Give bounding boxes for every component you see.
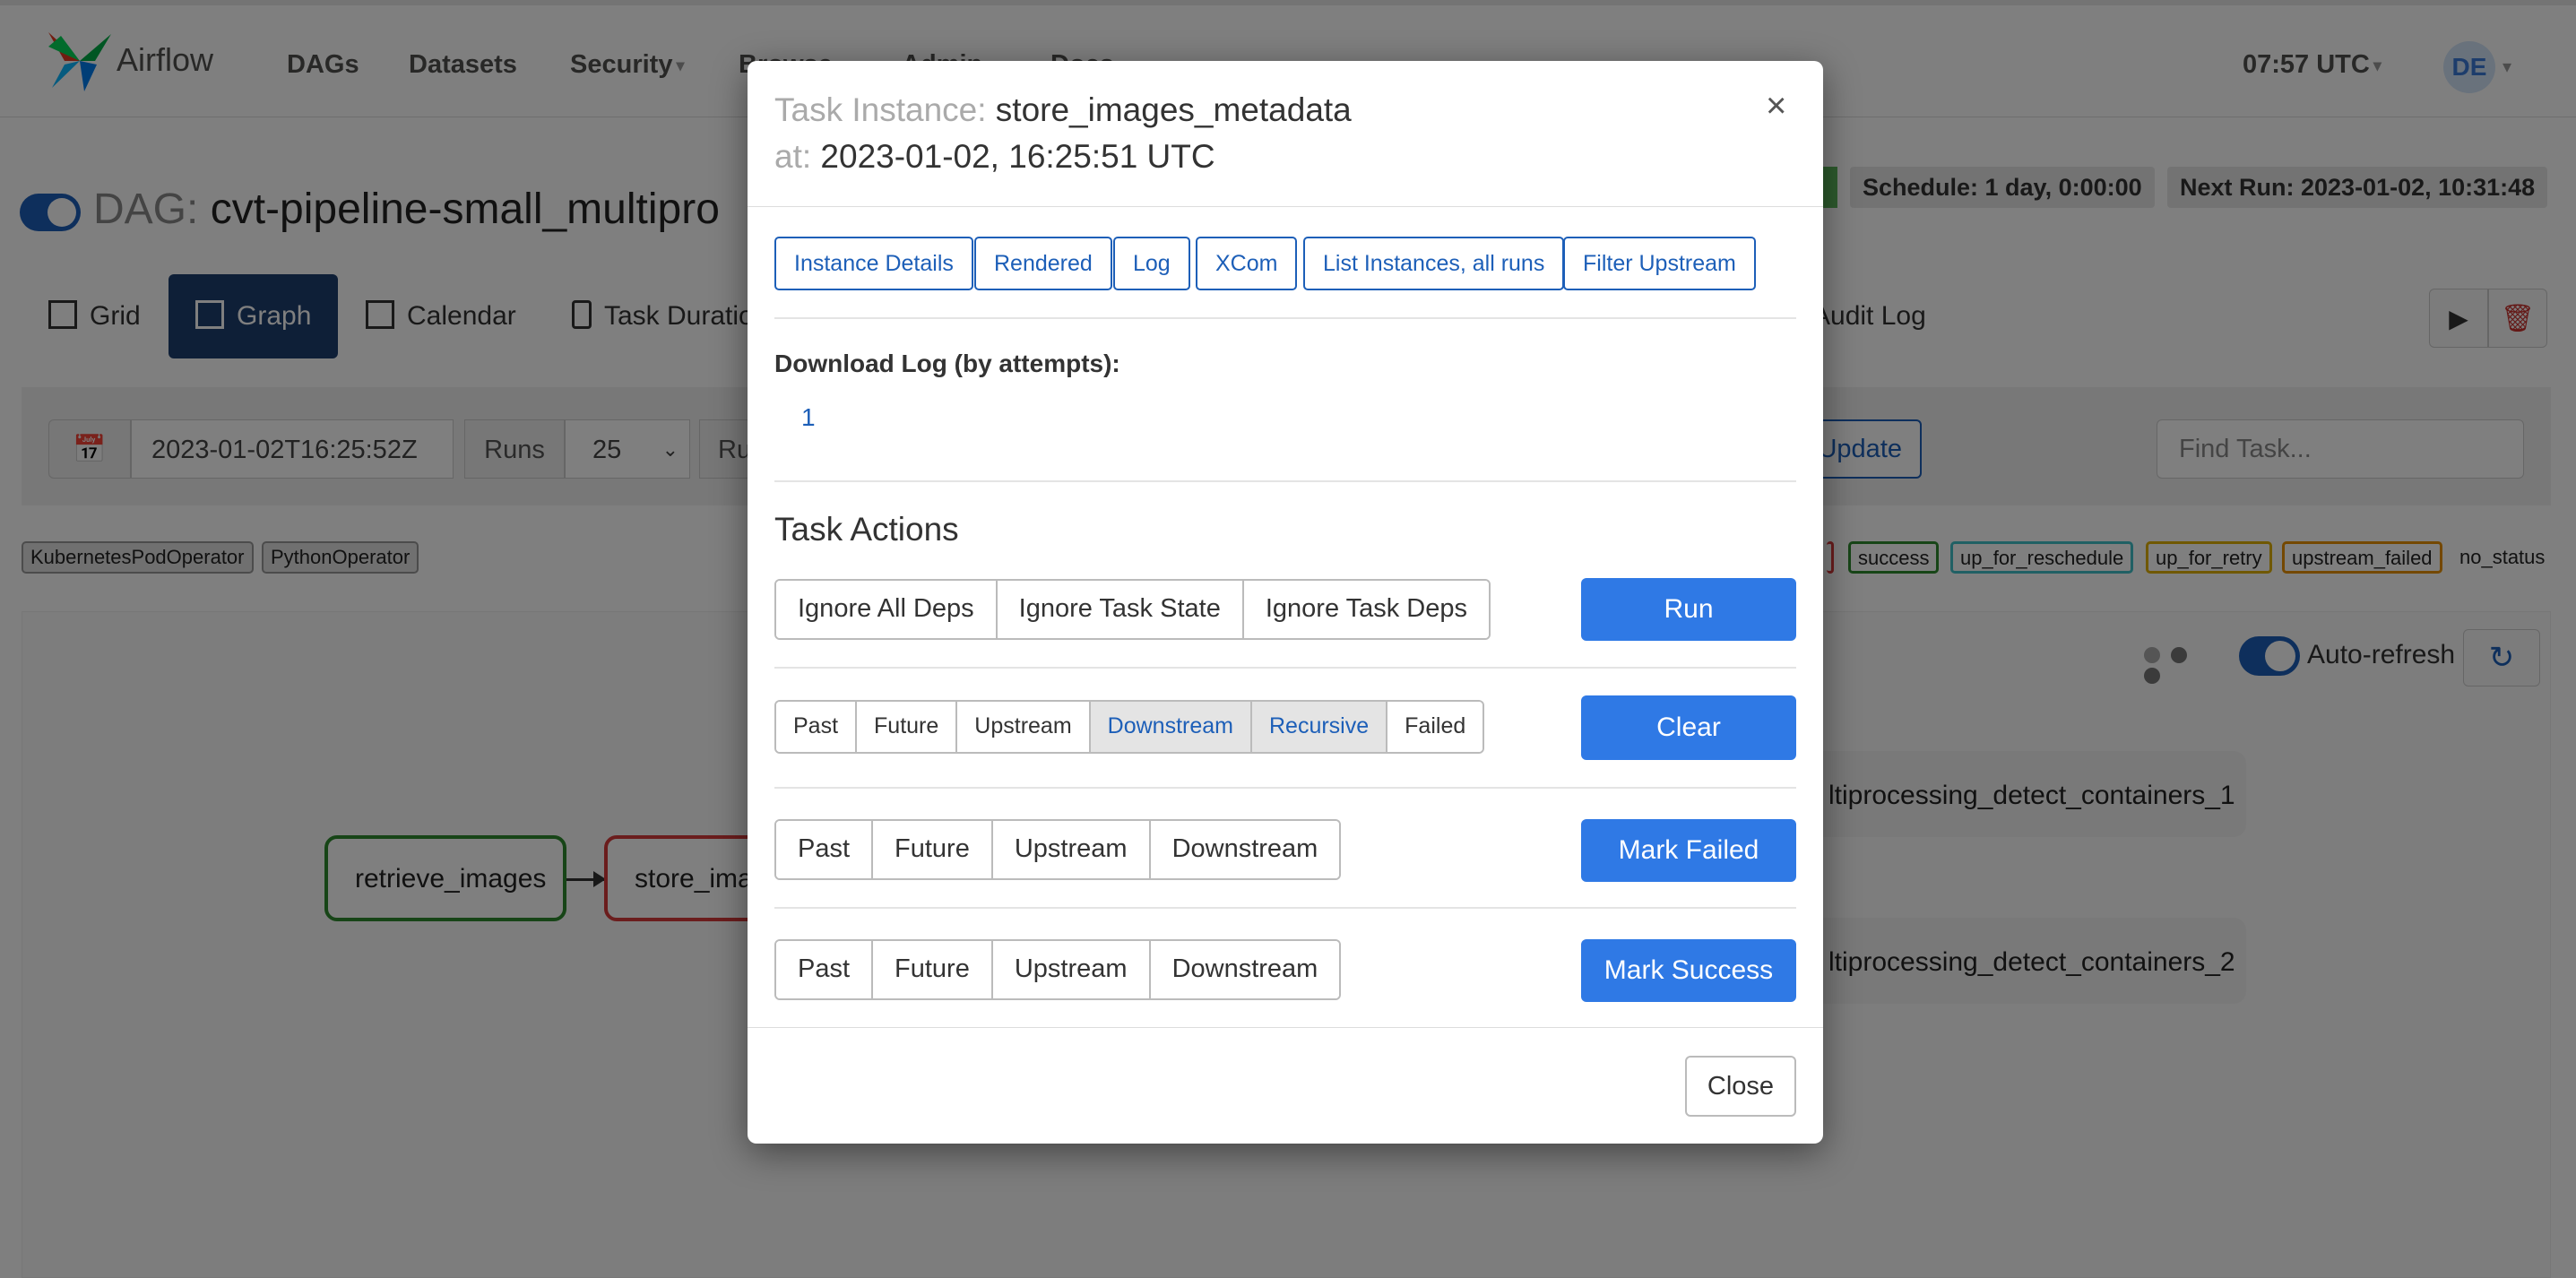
task-instance-name: store_images_metadata [995, 91, 1352, 128]
instance-details-button[interactable]: Instance Details [774, 237, 973, 290]
ignore-all-deps-toggle[interactable]: Ignore All Deps [776, 581, 998, 638]
divider [774, 667, 1796, 669]
task-instance-heading: Task Instance: store_images_metadata [774, 91, 1352, 129]
log-button[interactable]: Log [1113, 237, 1190, 290]
mark-success-options-group: Past Future Upstream Downstream [774, 939, 1342, 1000]
clear-options-group: Past Future Upstream Downstream Recursiv… [774, 700, 1485, 754]
clear-failed-toggle[interactable]: Failed [1387, 702, 1483, 752]
ignore-task-state-toggle[interactable]: Ignore Task State [997, 581, 1244, 638]
divider [748, 206, 1823, 207]
clear-downstream-toggle[interactable]: Downstream [1090, 702, 1252, 752]
task-actions-title: Task Actions [774, 511, 959, 548]
filter-upstream-button[interactable]: Filter Upstream [1563, 237, 1756, 290]
failed-past-toggle[interactable]: Past [776, 821, 874, 878]
success-future-toggle[interactable]: Future [873, 941, 993, 998]
success-downstream-toggle[interactable]: Downstream [1150, 941, 1340, 998]
xcom-button[interactable]: XCom [1196, 237, 1298, 290]
clear-recursive-toggle[interactable]: Recursive [1252, 702, 1388, 752]
mark-failed-button[interactable]: Mark Failed [1581, 819, 1796, 882]
failed-upstream-toggle[interactable]: Upstream [992, 821, 1151, 878]
divider [774, 317, 1796, 319]
run-options-group: Ignore All Deps Ignore Task State Ignore… [774, 579, 1491, 640]
execution-date-label: at: [774, 138, 812, 175]
failed-downstream-toggle[interactable]: Downstream [1150, 821, 1340, 878]
success-upstream-toggle[interactable]: Upstream [992, 941, 1151, 998]
ignore-task-deps-toggle[interactable]: Ignore Task Deps [1243, 581, 1489, 638]
close-button[interactable]: Close [1685, 1056, 1796, 1117]
list-instances-button[interactable]: List Instances, all runs [1303, 237, 1565, 290]
success-past-toggle[interactable]: Past [776, 941, 874, 998]
failed-future-toggle[interactable]: Future [873, 821, 993, 878]
divider [774, 480, 1796, 482]
clear-button[interactable]: Clear [1581, 695, 1796, 760]
rendered-button[interactable]: Rendered [974, 237, 1112, 290]
divider [748, 1027, 1823, 1028]
task-instance-label: Task Instance: [774, 91, 987, 128]
close-icon[interactable]: × [1766, 86, 1786, 126]
task-instance-modal: × Task Instance: store_images_metadata a… [748, 61, 1823, 1144]
download-log-attempt-link[interactable]: 1 [801, 403, 816, 432]
run-button[interactable]: Run [1581, 578, 1796, 641]
clear-upstream-toggle[interactable]: Upstream [957, 702, 1091, 752]
clear-past-toggle[interactable]: Past [776, 702, 858, 752]
divider [774, 787, 1796, 789]
download-log-label: Download Log (by attempts): [774, 350, 1120, 377]
mark-success-button[interactable]: Mark Success [1581, 939, 1796, 1002]
mark-failed-options-group: Past Future Upstream Downstream [774, 819, 1342, 880]
execution-date-heading: at: 2023-01-02, 16:25:51 UTC [774, 138, 1215, 176]
clear-future-toggle[interactable]: Future [857, 702, 958, 752]
execution-date-value: 2023-01-02, 16:25:51 UTC [820, 138, 1215, 175]
divider [774, 907, 1796, 909]
